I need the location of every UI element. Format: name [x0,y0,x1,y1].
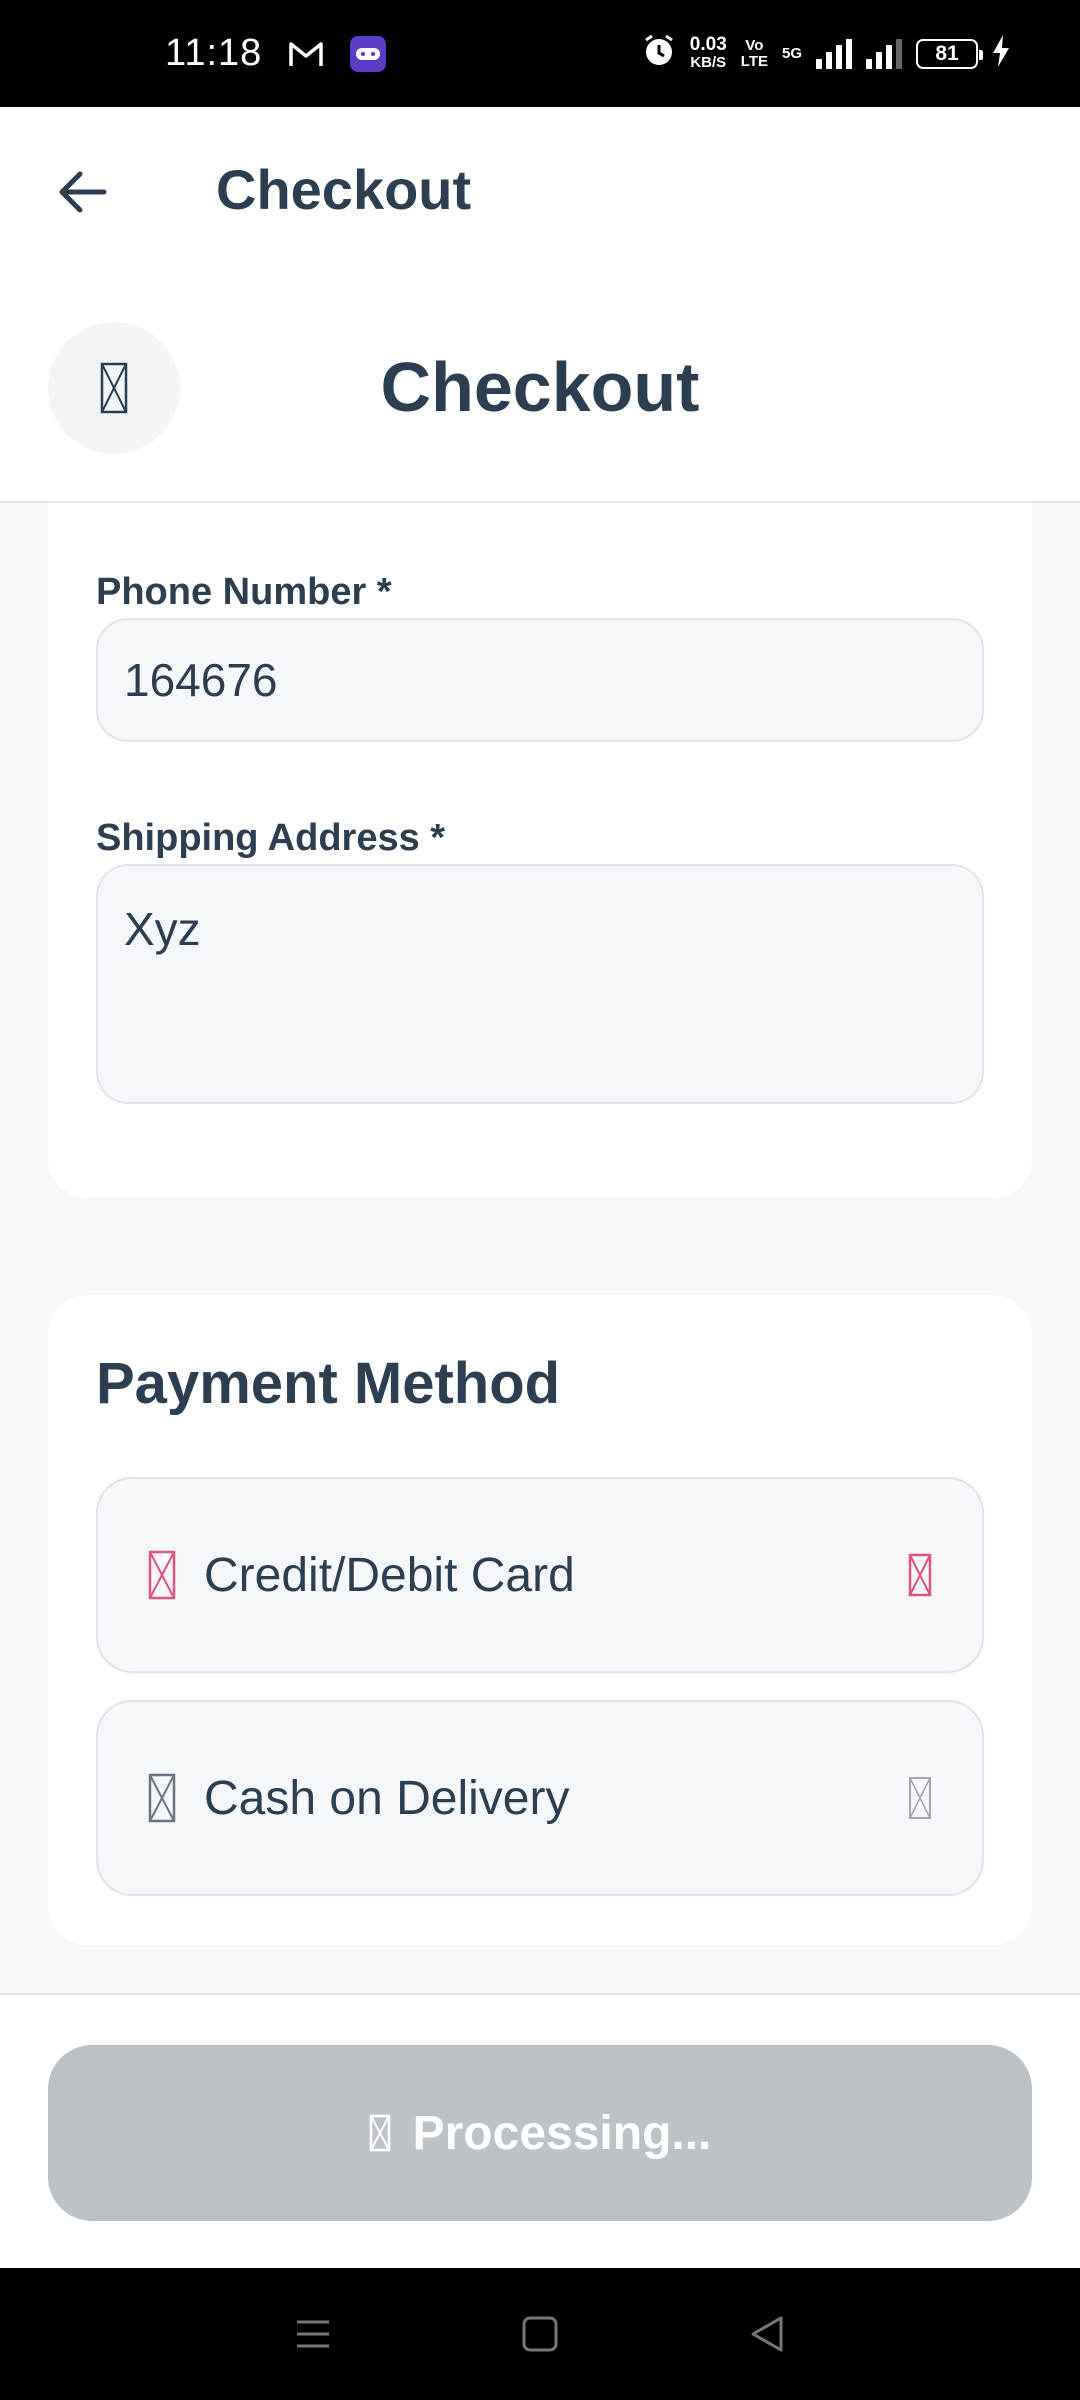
status-right: 0.03 KB/S Vo LTE 5G 81 [642,34,1010,73]
checkout-content[interactable]: Phone Number * 164676 Shipping Address *… [0,503,1080,1993]
payment-option-card-label: Credit/Debit Card [204,1548,575,1602]
home-button[interactable] [510,2304,570,2364]
battery-icon: 81 [916,38,983,69]
triangle-back-icon [751,2316,783,2352]
phone-value: 164676 [124,654,278,706]
place-order-button[interactable]: Processing... [48,2045,1032,2221]
shipping-card: Phone Number * 164676 Shipping Address *… [48,503,1032,1198]
battery-level: 81 [935,41,959,65]
volte-bottom: LTE [740,52,768,70]
square-icon [522,2316,558,2352]
bottom-action-bar: Processing... [0,1993,1080,2268]
back-button[interactable] [52,162,112,222]
loading-icon [369,2114,390,2152]
address-input[interactable]: Xyz [96,864,984,1104]
address-label: Shipping Address * [96,817,446,859]
status-time: 11:18 [165,32,263,74]
payment-method-title: Payment Method [96,1351,561,1416]
status-bar: 11:18 0.03 KB/S Vo LTE 5G 81 [0,0,1080,107]
signal-strength-icon-2 [866,38,902,69]
payment-card: Payment Method Credit/Debit Card Cash on… [48,1295,1032,1945]
cash-icon [148,1773,176,1823]
payment-option-cod[interactable]: Cash on Delivery [96,1700,984,1896]
page-header: Checkout [0,277,1080,503]
page-title: Checkout [380,348,700,426]
network-type-label: 5G [781,44,802,62]
phone-label: Phone Number * [96,571,392,613]
app-bar-title: Checkout [216,158,472,221]
volte-top: Vo [745,36,764,54]
charging-icon [992,34,1010,73]
payment-option-card[interactable]: Credit/Debit Card [96,1477,984,1673]
alarm-icon [642,34,676,73]
radio-unselected-icon[interactable] [908,1776,932,1820]
network-speed: 0.03 KB/S [689,33,727,72]
network-type: 5G [781,44,802,62]
credit-card-icon [148,1550,176,1600]
recent-apps-button[interactable] [283,2304,343,2364]
game-controller-icon [350,35,387,72]
volte-indicator: Vo LTE [740,36,768,70]
network-speed-value: 0.03 [689,33,727,55]
signal-strength-icon-1 [816,38,852,69]
address-value: Xyz [124,903,201,955]
payment-option-cod-label: Cash on Delivery [204,1771,570,1825]
arrow-left-icon [59,171,107,213]
gmail-icon [288,39,324,69]
app-bar: Checkout [0,107,1080,277]
place-order-label: Processing... [412,2106,712,2160]
radio-selected-icon[interactable] [908,1553,932,1597]
system-nav-bar [0,2268,1080,2400]
system-back-button[interactable] [737,2304,797,2364]
screen: 11:18 0.03 KB/S Vo LTE 5G 81 Checkout Ch… [0,0,1080,2400]
menu-lines-icon [297,2320,330,2348]
phone-input[interactable]: 164676 [96,618,984,742]
network-speed-unit: KB/S [690,53,727,71]
status-left: 11:18 [165,32,387,75]
